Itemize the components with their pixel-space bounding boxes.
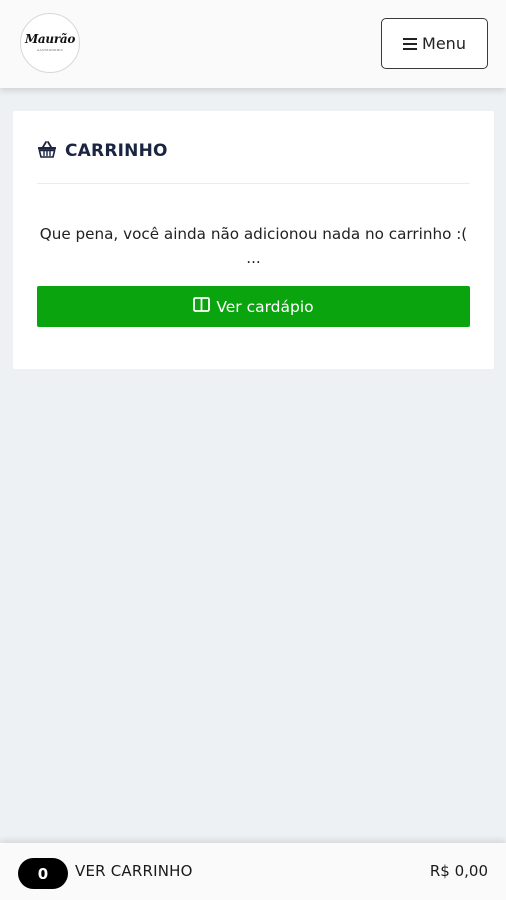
view-menu-label: Ver cardápio (216, 297, 314, 316)
cart-title: CARRINHO (37, 140, 168, 162)
basket-icon (37, 140, 57, 162)
book-open-icon (193, 297, 211, 316)
empty-cart-message: Que pena, você ainda não adicionou nada … (39, 225, 468, 267)
hamburger-icon (403, 37, 418, 50)
brand-logo-script: Maurão (24, 32, 76, 46)
cart-title-text: CARRINHO (65, 141, 168, 161)
card-divider (37, 183, 470, 184)
brand-logo-subtext: GASTRONOMIA (37, 48, 63, 52)
cart-count-badge[interactable]: 0 (18, 858, 68, 889)
bottom-cart-bar: 0 VER CARRINHO R$ 0,00 (0, 843, 506, 900)
cart-total: R$ 0,00 (429, 862, 488, 880)
cart-card: CARRINHO Que pena, você ainda não adicio… (13, 111, 494, 369)
view-menu-button[interactable]: Ver cardápio (37, 286, 470, 327)
top-header: Maurão GASTRONOMIA Menu (0, 0, 506, 88)
menu-button-label: Menu (422, 34, 466, 53)
menu-button[interactable]: Menu (381, 18, 488, 69)
brand-logo[interactable]: Maurão GASTRONOMIA (20, 13, 80, 73)
view-cart-link[interactable]: VER CARRINHO (75, 862, 193, 880)
